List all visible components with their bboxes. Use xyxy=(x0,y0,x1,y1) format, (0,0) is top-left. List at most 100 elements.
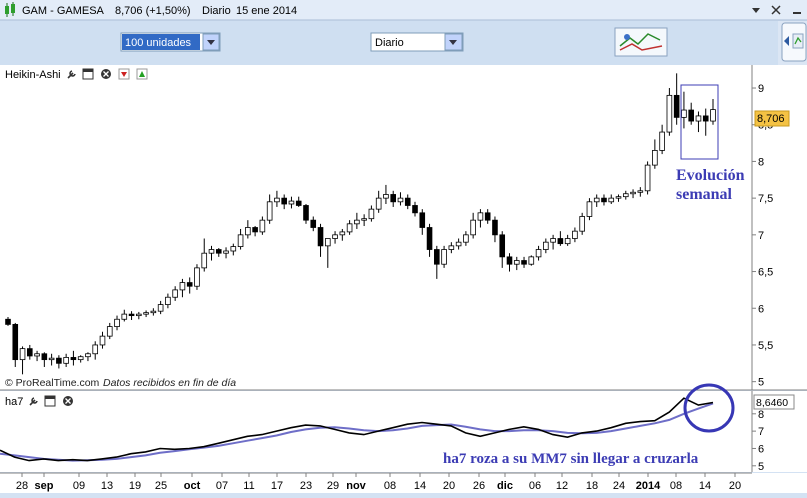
title-bar: GAM - GAMESA 8,706 (+1,50%) Diario 15 en… xyxy=(0,0,807,21)
candle-body-bull xyxy=(194,267,200,287)
candle-body-bear xyxy=(557,238,564,245)
candle-body-bull xyxy=(375,197,382,210)
close-circle-icon[interactable] xyxy=(63,396,73,406)
candle-body-bull xyxy=(513,260,520,265)
candle-body-bull xyxy=(368,208,375,220)
candle-body-bull xyxy=(477,212,484,221)
x-tick-label: 17 xyxy=(271,480,283,492)
candle-body-bull xyxy=(99,335,106,346)
candle-body-bull xyxy=(637,190,644,193)
ha7-y-tick-label: 8 xyxy=(758,409,764,421)
candle-body-bear xyxy=(186,282,193,287)
toolbar: 100 unidades Diario xyxy=(0,21,778,65)
candle-body-bull xyxy=(157,304,164,312)
candle-body-bull xyxy=(586,201,593,217)
candle-body-bear xyxy=(702,115,709,122)
arrow-down-icon[interactable] xyxy=(118,68,130,80)
candle-body-bear xyxy=(281,197,287,205)
candle-body-bear xyxy=(5,318,11,325)
ha7-last-value-label: 8,6460 xyxy=(753,394,795,410)
x-tick-label: 23 xyxy=(300,480,312,492)
svg-text:8,706: 8,706 xyxy=(757,113,785,125)
candle-body-bull xyxy=(572,230,578,239)
copyright: © ProRealTime.com xyxy=(5,377,100,389)
candle-body-bull xyxy=(710,109,716,122)
close-circle-icon[interactable] xyxy=(101,69,111,79)
candle-body-bear xyxy=(70,357,77,361)
x-tick-label: 24 xyxy=(613,480,625,492)
ha7-annotation: ha7 roza a su MM7 sin llegar a cruzarla xyxy=(443,451,699,467)
candle-body-bear xyxy=(412,205,418,214)
candle-body-bear xyxy=(601,197,607,203)
units-select[interactable]: 100 unidades xyxy=(120,32,221,52)
candle-body-bear xyxy=(56,357,62,364)
candle-body-bull xyxy=(230,246,237,252)
candle-body-bull xyxy=(274,197,280,203)
price-panel: 55,566,577,588,59 Heikin-Ashi xyxy=(0,65,807,391)
svg-text:8,6460: 8,6460 xyxy=(756,397,788,409)
window-icon[interactable] xyxy=(82,68,94,80)
x-tick-label: 28 xyxy=(16,480,28,492)
candle-body-bull xyxy=(92,344,99,355)
candle-body-bear xyxy=(492,219,498,236)
right-sidebar xyxy=(778,21,807,65)
candle-body-bull xyxy=(535,249,542,258)
x-tick-label: 20 xyxy=(443,480,455,492)
candle-body-bull xyxy=(695,115,702,122)
y-tick-label: 6 xyxy=(758,303,764,315)
candle-body-bull xyxy=(397,197,404,203)
candle-body-bull xyxy=(652,150,658,166)
y-tick-label: 7 xyxy=(758,230,764,242)
x-tick-label: 20 xyxy=(729,480,741,492)
candle-body-bear xyxy=(484,212,491,221)
candle-body-bull xyxy=(106,326,113,337)
period-label: Diario xyxy=(202,5,231,17)
x-tick-label: 08 xyxy=(670,480,682,492)
candle xyxy=(441,245,447,268)
candle-body-bull xyxy=(121,313,128,320)
x-tick-label: 06 xyxy=(529,480,541,492)
candle-body-bull xyxy=(593,197,600,203)
arrow-up-icon[interactable] xyxy=(136,68,148,80)
ha7-indicator-name: ha7 xyxy=(5,396,23,408)
chart-window: GAM - GAMESA 8,706 (+1,50%) Diario 15 en… xyxy=(0,0,807,493)
candle-body-bull xyxy=(237,234,244,247)
candle-body-bear xyxy=(317,227,324,247)
price-change: 8,706 (+1,50%) xyxy=(115,5,191,17)
last-price-label: 8,706 xyxy=(754,110,790,127)
x-tick-label: 14 xyxy=(414,480,426,492)
candle-body-bull xyxy=(644,164,651,192)
x-axis: 28 sep 09 13 19 25 oct 07 11 17 23 29 nov 08 14 20 26 dic… xyxy=(0,472,807,493)
price-panel-header: Heikin-Ashi xyxy=(2,67,152,82)
candle-body-bear xyxy=(419,212,426,228)
candle-body-bull xyxy=(77,356,84,361)
candle-body-bear xyxy=(506,256,513,265)
candle-body-bear xyxy=(434,249,440,265)
candle-body-bear xyxy=(521,260,527,265)
x-tick-label: 13 xyxy=(101,480,113,492)
candle-body-bull xyxy=(85,353,91,358)
candle-body-bull xyxy=(470,219,476,236)
candle-body-bull xyxy=(245,227,251,236)
x-tick-label: 11 xyxy=(243,480,254,492)
interval-select[interactable]: Diario xyxy=(370,32,464,52)
x-tick-label: 07 xyxy=(216,480,228,492)
candle-body-bull xyxy=(659,131,665,151)
candle-body-bull xyxy=(259,219,266,233)
x-tick-label: 08 xyxy=(384,480,396,492)
candle-body-bull xyxy=(383,194,389,199)
ha7-panel: 5678 ha7 8,6460 ha7 roza a su MM7 sin ll xyxy=(0,383,807,473)
annotation-line-2: semanal xyxy=(676,186,733,203)
candle-body-bear xyxy=(310,219,317,228)
trading-icon-button[interactable] xyxy=(614,27,668,57)
window-icon[interactable] xyxy=(44,395,56,407)
minimize-icon[interactable] xyxy=(793,12,801,14)
candle-body-bull xyxy=(34,353,40,357)
candle-body-bull xyxy=(266,201,273,221)
x-tick-label: 18 xyxy=(586,480,598,492)
candle-body-bear xyxy=(404,197,411,206)
candle xyxy=(644,161,651,195)
candle-body-bear xyxy=(673,94,680,118)
candle-body-bull xyxy=(208,249,215,254)
candle-body-bear xyxy=(27,348,33,357)
